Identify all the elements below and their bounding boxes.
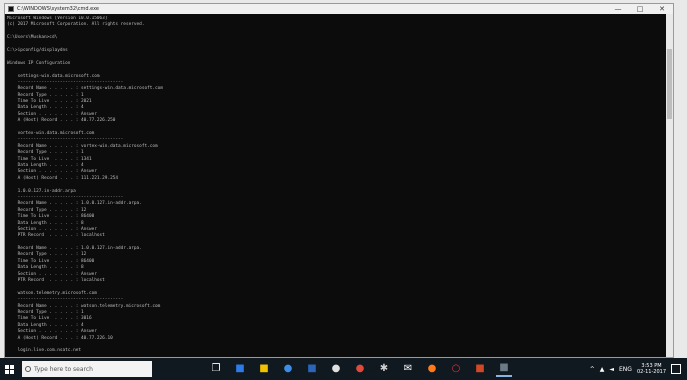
- chevron-up-icon[interactable]: ^: [590, 366, 595, 373]
- minimize-button[interactable]: —: [607, 4, 629, 14]
- taskbar-chrome-icon[interactable]: ●: [352, 361, 368, 377]
- system-tray: ^ ▲ ◄ ENG 3:53 PM 02-11-2017: [590, 363, 687, 375]
- taskbar-media-icon[interactable]: ●: [328, 361, 344, 377]
- taskbar-search[interactable]: Type here to search: [22, 361, 152, 377]
- taskbar-mail-icon[interactable]: ✉: [400, 361, 416, 377]
- taskbar-powerpoint-icon[interactable]: ■: [472, 361, 488, 377]
- scrollbar-thumb[interactable]: [667, 49, 672, 119]
- taskbar-store-icon[interactable]: ■: [232, 361, 248, 377]
- taskbar-firefox-icon[interactable]: ●: [424, 361, 440, 377]
- console-output[interactable]: Microsoft Windows [Version 10.0.15063] (c…: [7, 16, 665, 355]
- maximize-button[interactable]: □: [629, 4, 651, 14]
- language-indicator[interactable]: ENG: [619, 366, 632, 373]
- scrollbar[interactable]: [666, 14, 673, 357]
- close-button[interactable]: ✕: [651, 4, 673, 14]
- taskbar: Type here to search ❐ ■ ■ ● ■ ● ● ✱ ✉ ● ○ ■ ■ ^ ▲ ◄ …: [0, 358, 687, 380]
- taskbar-apps: ❐ ■ ■ ● ■ ● ● ✱ ✉ ● ○ ■ ■: [208, 361, 512, 377]
- taskbar-file-explorer-icon[interactable]: ■: [256, 361, 272, 377]
- volume-icon[interactable]: ◄: [609, 366, 614, 373]
- search-placeholder: Type here to search: [34, 365, 93, 373]
- windows-logo-icon: [4, 364, 14, 374]
- taskbar-settings-icon[interactable]: ✱: [376, 361, 392, 377]
- clock[interactable]: 3:53 PM 02-11-2017: [637, 363, 666, 375]
- taskbar-edge-icon[interactable]: ●: [280, 361, 296, 377]
- taskbar-word-icon[interactable]: ■: [304, 361, 320, 377]
- network-icon[interactable]: ▲: [600, 366, 605, 373]
- window-title: C:\WINDOWS\system32\cmd.exe: [17, 6, 99, 12]
- cortana-icon: [25, 366, 31, 372]
- taskbar-task-view-icon[interactable]: ❐: [208, 361, 224, 377]
- taskbar-opera-icon[interactable]: ○: [448, 361, 464, 377]
- clock-date: 02-11-2017: [636, 369, 666, 375]
- cmd-window[interactable]: C:\WINDOWS\system32\cmd.exe — □ ✕ Micros…: [4, 3, 674, 358]
- title-bar[interactable]: C:\WINDOWS\system32\cmd.exe — □ ✕: [5, 4, 673, 14]
- taskbar-cmd-icon[interactable]: ■: [496, 361, 512, 377]
- start-button[interactable]: [0, 358, 18, 380]
- action-center-icon[interactable]: [671, 364, 681, 374]
- console-line: login.live.com.nsatc.net: [7, 348, 82, 354]
- cmd-icon: [8, 6, 14, 12]
